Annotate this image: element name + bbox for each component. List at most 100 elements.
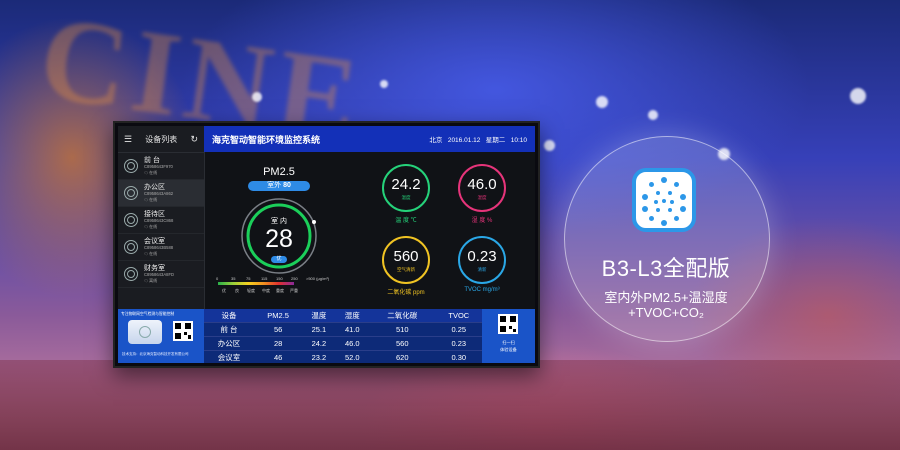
table-cell: 前 台 [204, 322, 255, 337]
product-model: B3-L3全配版 [601, 256, 731, 281]
humidity-unit: 湿度 [477, 195, 487, 200]
qr-code-icon[interactable] [498, 314, 518, 334]
product-feature-2: +TVOC+CO₂ [628, 305, 704, 320]
air-quality-grade: 优 [271, 256, 287, 263]
table-cell: 0.30 [435, 350, 482, 363]
co2-ring: 560 空气清新 [382, 236, 430, 284]
table-cell: 56 [254, 322, 303, 337]
pm25-panel: PM2.5 室外 80 室 内 28 优 0 35 75 115 150 250… [204, 152, 354, 309]
device-name: 接待区 [144, 211, 165, 219]
device-name: 前 台 [144, 157, 160, 165]
qr-caption-line1: 扫一扫 [502, 340, 515, 345]
table-cell: 办公区 [204, 336, 255, 351]
device-status: ☁ 在线 [144, 196, 158, 202]
light-bokeh [850, 88, 866, 104]
header-city: 北京 [429, 137, 443, 144]
device-icon [124, 267, 138, 281]
sidebar-title: 设备列表 [145, 134, 178, 144]
light-bokeh [380, 80, 388, 88]
device-data-table: 设备 PM2.5 温度 湿度 二氧化碳 TVOC 前 台 56 25.1 41.… [204, 309, 482, 363]
promo-slogan: 专注物联网空气检测与智能控制 [121, 312, 175, 316]
qr-caption-line2: 体验设备 [500, 347, 517, 352]
table-cell: 52.0 [335, 350, 369, 363]
light-bokeh [648, 110, 658, 120]
header-info: 北京 2016.01.12 星期二 10:10 [429, 134, 527, 144]
metrics-panel: 24.2 温度 温 度 ℃ 46.0 湿度 湿 度 % 560 空气清新 二氧化… [354, 152, 532, 309]
device-name: 会议室 [144, 238, 165, 246]
humidity-value: 46.0 [467, 176, 497, 193]
table-cell: 620 [368, 350, 436, 363]
table-header: 设备 [204, 309, 255, 323]
light-bokeh [252, 92, 262, 102]
device-status: ☁ 在线 [144, 169, 158, 175]
tvoc-unit: 清新 [477, 267, 487, 272]
tvoc-label: TVOC mg/m³ [464, 287, 500, 293]
refresh-icon[interactable]: ↻ [190, 134, 198, 145]
tvoc-ring: 0.23 清新 [458, 236, 506, 284]
table-cell: 41.0 [335, 322, 369, 337]
qr-code-icon[interactable] [173, 321, 193, 341]
table-cell: 46.0 [335, 336, 369, 351]
table-row[interactable]: 前 台 56 25.1 41.0 510 0.25 [204, 322, 482, 337]
product-feature-1: 室内外PM2.5+温湿度 [604, 290, 728, 305]
indoor-pm-value: 28 [265, 225, 293, 253]
display-monitor: ☰ 设备列表 ↻ 前 台 C8958643F970 ☁ 在线 办公区 C8958… [113, 121, 540, 368]
sidebar-header: ☰ 设备列表 ↻ [118, 126, 204, 153]
header-weekday: 星期二 [485, 137, 506, 144]
light-bokeh [544, 140, 555, 151]
humidity-ring: 46.0 湿度 [458, 164, 506, 212]
device-status: ☁ 离线 [144, 277, 158, 283]
table-header: 温度 [302, 309, 336, 323]
co2-value: 560 [393, 248, 419, 265]
table-header: PM2.5 [254, 309, 303, 323]
temperature-value: 24.2 [391, 176, 421, 193]
co2-unit: 空气清新 [397, 267, 415, 272]
device-item[interactable]: 会议室 C8958643B588 ☁ 在线 [118, 234, 204, 261]
device-name: 财务室 [144, 265, 165, 273]
table-row[interactable]: 办公区 28 24.2 46.0 560 0.23 [204, 336, 482, 351]
bottom-bar: 专注物联网空气检测与智能控制 技术支持：北京海克智动科技开发有限公司 设备 PM… [118, 309, 535, 363]
device-status: ☁ 在线 [144, 223, 158, 229]
humidity-label: 湿 度 % [471, 218, 493, 224]
table-cell: 46 [254, 350, 303, 363]
table-cell: 23.2 [302, 350, 336, 363]
temperature-label: 温 度 ℃ [395, 218, 417, 224]
outdoor-pm-badge: 室外 80 [248, 181, 310, 191]
device-name: 办公区 [144, 184, 165, 192]
app-header: 海克智动智能环境监控系统 北京 2016.01.12 星期二 10:10 [204, 126, 535, 152]
tvoc-value: 0.23 [467, 248, 497, 265]
table-cell: 25.1 [302, 322, 336, 337]
pm25-title: PM2.5 [263, 166, 295, 178]
device-icon [124, 240, 138, 254]
app-screen: ☰ 设备列表 ↻ 前 台 C8958643F970 ☁ 在线 办公区 C8958… [118, 126, 535, 363]
air-monitor-icon [632, 168, 696, 232]
table-row[interactable]: 会议室 46 23.2 52.0 620 0.30 [204, 350, 482, 363]
air-detector-image [128, 320, 162, 344]
floor-carpet [0, 360, 900, 450]
device-item[interactable]: 财务室 C8958643A8FD ☁ 离线 [118, 261, 204, 288]
table-header-row: 设备 PM2.5 温度 湿度 二氧化碳 TVOC [204, 309, 482, 323]
scan-qr-panel[interactable]: 扫一扫 体验设备 [482, 309, 535, 363]
device-status: ☁ 在线 [144, 250, 158, 256]
header-date: 2016.01.12 [447, 137, 481, 144]
table-header: 二氧化碳 [368, 309, 436, 323]
device-item[interactable]: 办公区 C8958643A862 ☁ 在线 [118, 180, 204, 207]
table-cell: 0.23 [435, 336, 482, 351]
device-item[interactable]: 接待区 C8958643C868 ☁ 在线 [118, 207, 204, 234]
header-time: 10:10 [510, 137, 527, 144]
light-bokeh [596, 96, 608, 108]
temperature-unit: 温度 [401, 195, 411, 200]
table-cell: 0.25 [435, 322, 482, 337]
co2-label: 二氧化碳 ppm [387, 290, 425, 296]
device-icon [124, 186, 138, 200]
table-cell: 560 [368, 336, 436, 351]
table-cell: 24.2 [302, 336, 336, 351]
device-icon [124, 159, 138, 173]
table-cell: 会议室 [204, 350, 255, 363]
device-sidebar: ☰ 设备列表 ↻ 前 台 C8958643F970 ☁ 在线 办公区 C8958… [118, 126, 205, 309]
menu-icon[interactable]: ☰ [124, 134, 132, 145]
table-header: 湿度 [335, 309, 369, 323]
pm-scale-bar [218, 282, 294, 285]
device-item[interactable]: 前 台 C8958643F970 ☁ 在线 [118, 153, 204, 180]
promo-footer: 技术支持：北京海克智动科技开发有限公司 [122, 352, 189, 356]
